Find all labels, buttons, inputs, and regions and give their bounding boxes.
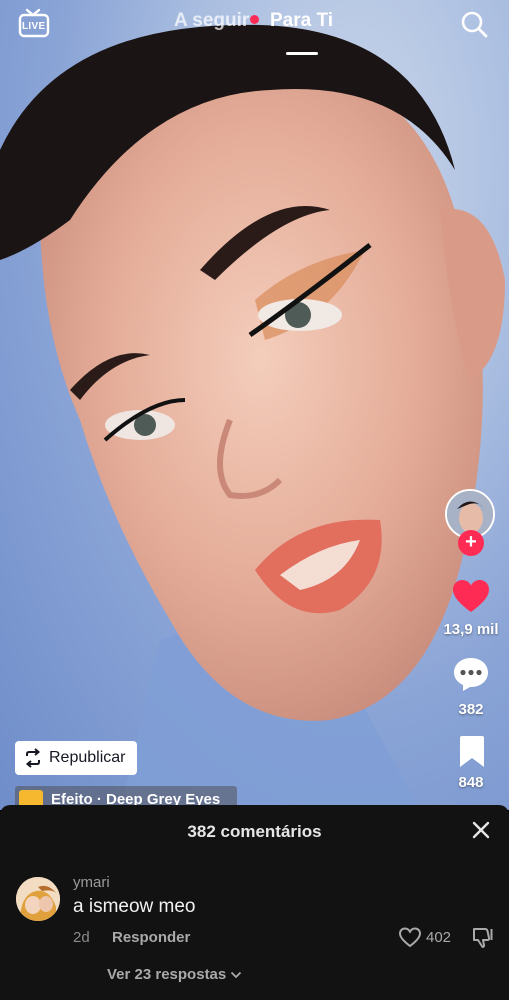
live-label: LIVE	[22, 21, 46, 32]
commenter-avatar[interactable]	[16, 877, 60, 921]
like-count: 13,9 mil	[443, 621, 499, 638]
heart-outline-icon	[398, 927, 422, 948]
follow-button[interactable]: +	[458, 530, 484, 556]
reply-button[interactable]: Responder	[112, 929, 190, 946]
search-icon	[461, 11, 488, 38]
comments-title: 382 comentários	[187, 822, 322, 841]
view-replies-button[interactable]: Ver 23 respostas	[107, 966, 242, 983]
view-replies-label: Ver 23 respostas	[107, 966, 227, 983]
save-count: 848	[458, 774, 484, 791]
comment-bubble-icon	[454, 658, 488, 691]
comment-count: 382	[458, 701, 484, 718]
comment-text: a ismeow meo	[73, 896, 196, 917]
bookmark-icon	[460, 736, 484, 767]
video-frame[interactable]	[0, 0, 509, 810]
comment-dislike-button[interactable]	[471, 926, 494, 949]
save-button[interactable]	[458, 735, 486, 769]
comment-timestamp: 2d	[73, 929, 90, 946]
search-button[interactable]	[460, 10, 488, 38]
comment-username[interactable]: ymari	[73, 874, 110, 891]
repost-label: Republicar	[49, 749, 126, 766]
close-comments-button[interactable]	[470, 819, 492, 841]
notification-dot	[250, 15, 259, 24]
active-tab-indicator	[286, 52, 318, 55]
video-frame-image	[0, 24, 505, 810]
close-icon	[472, 821, 490, 839]
tab-for-you[interactable]: Para Ti	[270, 10, 333, 32]
chevron-down-icon	[231, 971, 242, 978]
repost-button[interactable]: Republicar	[15, 741, 137, 775]
live-button[interactable]: LIVE	[18, 8, 50, 38]
repost-icon	[25, 748, 41, 768]
tab-following[interactable]: A seguir	[174, 10, 249, 32]
comment-button[interactable]	[453, 656, 489, 692]
heart-icon	[453, 580, 489, 612]
comment-like-count: 402	[426, 929, 452, 946]
comment-like-button[interactable]	[398, 927, 422, 948]
commenter-avatar-image	[16, 877, 60, 921]
thumbs-down-icon	[473, 928, 493, 948]
like-button[interactable]	[453, 580, 489, 614]
